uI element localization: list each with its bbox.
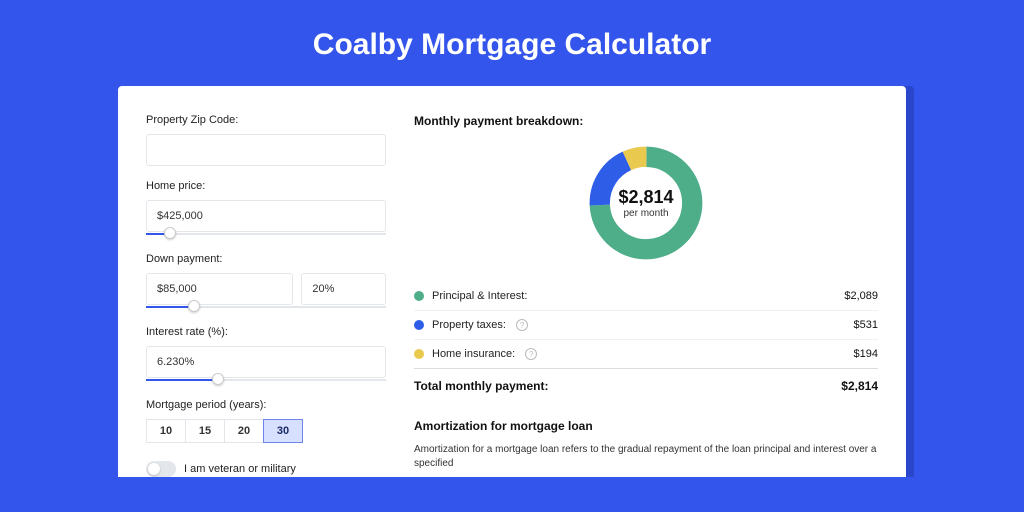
help-icon[interactable]: ? bbox=[516, 319, 528, 331]
down-payment-slider[interactable] bbox=[146, 304, 386, 312]
interest-rate-label: Interest rate (%): bbox=[146, 326, 386, 338]
home-price-input[interactable] bbox=[146, 200, 386, 232]
total-value: $2,814 bbox=[841, 379, 878, 393]
zip-input[interactable] bbox=[146, 134, 386, 166]
period-option-15[interactable]: 15 bbox=[185, 419, 225, 443]
donut-chart-wrap: $2,814 per month bbox=[414, 142, 878, 264]
help-icon[interactable]: ? bbox=[525, 348, 537, 360]
down-payment-label: Down payment: bbox=[146, 253, 386, 265]
period-option-30[interactable]: 30 bbox=[263, 419, 303, 443]
home-price-slider[interactable] bbox=[146, 231, 386, 239]
veteran-label: I am veteran or military bbox=[184, 463, 296, 475]
legend-value: $2,089 bbox=[844, 290, 878, 302]
veteran-toggle[interactable] bbox=[146, 461, 176, 477]
legend-value: $531 bbox=[854, 319, 878, 331]
legend-label: Home insurance: bbox=[432, 348, 515, 360]
field-zip: Property Zip Code: bbox=[146, 114, 386, 166]
field-home-price: Home price: bbox=[146, 180, 386, 239]
mortgage-period-group: 10152030 bbox=[146, 419, 386, 443]
legend-row: Principal & Interest: $2,089 bbox=[414, 282, 878, 311]
veteran-row: I am veteran or military bbox=[146, 461, 386, 477]
total-label: Total monthly payment: bbox=[414, 379, 548, 393]
legend-dot-icon bbox=[414, 320, 424, 330]
legend-row: Home insurance:? $194 bbox=[414, 340, 878, 369]
interest-rate-input[interactable] bbox=[146, 346, 386, 378]
down-payment-percent-input[interactable] bbox=[301, 273, 386, 305]
period-option-10[interactable]: 10 bbox=[146, 419, 186, 443]
home-price-label: Home price: bbox=[146, 180, 386, 192]
legend-label: Principal & Interest: bbox=[432, 290, 527, 302]
legend-value: $194 bbox=[854, 348, 878, 360]
zip-label: Property Zip Code: bbox=[146, 114, 386, 126]
page-title: Coalby Mortgage Calculator bbox=[0, 0, 1024, 86]
form-column: Property Zip Code: Home price: Down paym… bbox=[146, 114, 386, 477]
legend-row: Property taxes:? $531 bbox=[414, 311, 878, 340]
total-row: Total monthly payment: $2,814 bbox=[414, 369, 878, 409]
down-payment-amount-input[interactable] bbox=[146, 273, 293, 305]
mortgage-period-label: Mortgage period (years): bbox=[146, 399, 386, 411]
interest-rate-slider[interactable] bbox=[146, 377, 386, 385]
breakdown-title: Monthly payment breakdown: bbox=[414, 114, 878, 128]
amortization-title: Amortization for mortgage loan bbox=[414, 419, 878, 433]
field-down-payment: Down payment: bbox=[146, 253, 386, 312]
field-interest-rate: Interest rate (%): bbox=[146, 326, 386, 385]
breakdown-column: Monthly payment breakdown: $2,814 per mo… bbox=[414, 114, 878, 477]
breakdown-legend: Principal & Interest: $2,089 Property taxe… bbox=[414, 282, 878, 369]
period-option-20[interactable]: 20 bbox=[224, 419, 264, 443]
legend-label: Property taxes: bbox=[432, 319, 506, 331]
donut-chart: $2,814 per month bbox=[585, 142, 707, 264]
donut-center-amount: $2,814 bbox=[618, 187, 673, 208]
field-mortgage-period: Mortgage period (years): 10152030 bbox=[146, 399, 386, 443]
legend-dot-icon bbox=[414, 349, 424, 359]
donut-center-sub: per month bbox=[623, 208, 668, 219]
calculator-card: Property Zip Code: Home price: Down paym… bbox=[118, 86, 906, 477]
amortization-text: Amortization for a mortgage loan refers … bbox=[414, 443, 878, 471]
legend-dot-icon bbox=[414, 291, 424, 301]
